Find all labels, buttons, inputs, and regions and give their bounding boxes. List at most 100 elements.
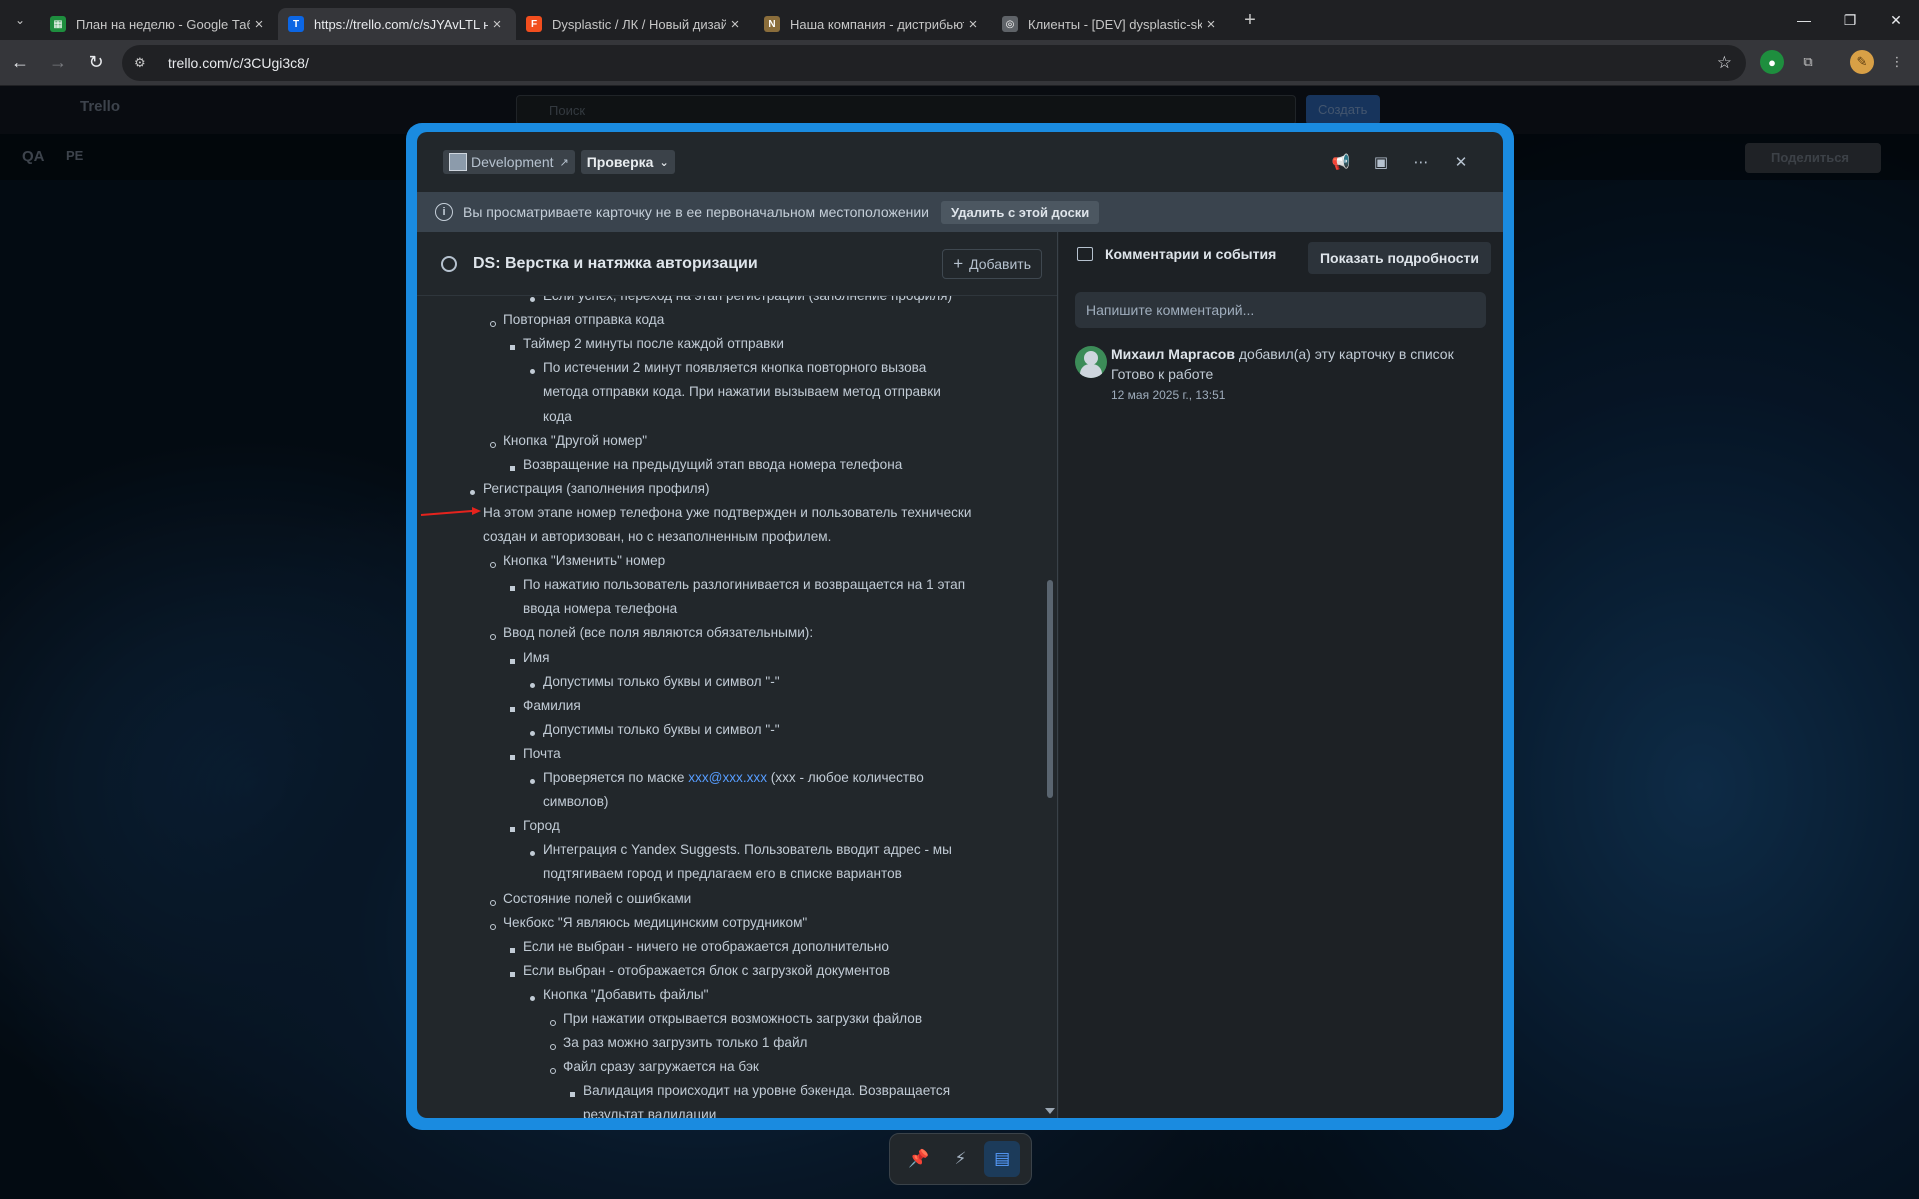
bullet-icon [490,924,496,930]
tab-close-icon[interactable]: × [488,16,506,33]
tab-close-icon[interactable]: × [726,16,744,33]
tab-search-chevron-icon[interactable]: ⌄ [0,0,40,40]
comments-toggle-icon[interactable]: ▤ [984,1141,1021,1177]
bullet-icon [530,996,535,1001]
extensions-puzzle-icon[interactable]: ⧉ [1796,50,1820,74]
bullet-icon [490,562,496,568]
card-description[interactable]: Если успех, переход на этап регистрации … [417,296,1042,1118]
bullet-icon [510,659,515,664]
bullet-icon [510,345,515,350]
floating-action-bar: 📌 ⚡ ▤ [889,1133,1032,1185]
bullet-icon [550,1020,556,1026]
browser-tab[interactable]: ▦ План на неделю - Google Таб × [40,8,278,40]
megaphone-icon[interactable]: 📢 [1321,150,1361,174]
close-window-icon[interactable]: ✕ [1873,0,1919,40]
remove-from-board-button[interactable]: Удалить с этой доски [940,200,1100,224]
activity-action: добавил(а) эту карточку в список [1234,346,1454,362]
new-tab-button[interactable]: + [1234,4,1266,36]
reload-icon[interactable]: ↻ [78,45,114,81]
lightning-icon[interactable]: ⚡ [942,1141,978,1177]
add-button[interactable]: + Добавить [942,249,1042,279]
restore-icon[interactable]: ❐ [1827,0,1873,40]
email-mask-link[interactable]: xxx@xxx.xxx [688,770,767,785]
activity-target: Готово к работе [1111,366,1214,382]
external-link-icon: ↗ [559,156,569,169]
description-line: символов) [543,794,609,809]
card-main-pane: DS: Верстка и натяжка авторизации + Доба… [417,232,1058,1118]
board-chip[interactable]: Development ↗ [443,150,575,174]
description-line: Если успех, переход на этап регистрации … [543,296,952,303]
description-line: Таймер 2 минуты после каждой отправки [523,336,784,351]
activity-author[interactable]: Михаил Маргасов [1111,346,1235,362]
bullet-icon [530,851,535,856]
avatar[interactable] [1075,346,1107,378]
modal-header: Development ↗ Проверка ⌄ 📢 ▣ ⋯ ✕ [417,132,1503,192]
bullet-icon [530,369,535,374]
description-line: При нажатии открывается возможность загр… [563,1011,923,1026]
description-line: Возвращение на предыдущий этап ввода ном… [523,457,903,472]
tab-title: Dysplastic / ЛК / Новый дизай [552,16,726,32]
description-line: Город [523,818,560,833]
description-line: Файл сразу загружается на бэк [563,1059,759,1074]
browser-tab[interactable]: ◎ Клиенты - [DEV] dysplastic-skir × [992,8,1230,40]
board-image-icon [449,153,467,171]
description-line: Повторная отправка кода [503,312,665,327]
more-options-icon[interactable]: ⋯ [1401,150,1441,174]
comment-placeholder: Напишите комментарий... [1086,302,1255,318]
description-line: Состояние полей с ошибками [503,891,692,906]
site-info-icon[interactable]: ⚙ [134,55,154,71]
tab-title: План на неделю - Google Таб [76,16,250,32]
forward-icon[interactable]: → [40,45,76,81]
browser-menu-icon[interactable]: ⋮ [1885,50,1909,74]
description-line: кода [543,409,572,424]
comment-input[interactable]: Напишите комментарий... [1075,292,1486,328]
pin-icon[interactable]: 📌 [901,1141,937,1177]
back-icon[interactable]: ← [2,45,38,81]
bullet-icon [510,827,515,832]
bookmark-star-icon[interactable]: ☆ [1717,53,1732,73]
comments-icon [1077,247,1093,261]
complete-checkbox[interactable] [441,255,457,272]
bullet-icon [470,490,475,495]
tab-close-icon[interactable]: × [1202,16,1220,33]
activity-timestamp[interactable]: 12 мая 2025 г., 13:51 [1111,388,1225,402]
bullet-icon [490,321,496,327]
close-modal-icon[interactable]: ✕ [1441,150,1481,174]
show-details-button[interactable]: Показать подробности [1307,242,1491,274]
browser-tab-bar: ⌄ ▦ План на неделю - Google Таб × Thttps://… [0,0,1919,40]
tab-favicon-icon: T [288,16,304,32]
list-dropdown-label: Проверка [586,154,654,170]
card-modal: Development ↗ Проверка ⌄ 📢 ▣ ⋯ ✕ i Вы пр… [417,132,1503,1118]
card-title-bar: DS: Верстка и натяжка авторизации + Доба… [417,232,1057,296]
card-title[interactable]: DS: Верстка и натяжка авторизации [473,255,758,273]
description-line: Кнопка "Изменить" номер [503,553,666,568]
tab-favicon-icon: F [526,16,542,32]
tab-close-icon[interactable]: × [964,16,982,33]
tab-title: Клиенты - [DEV] dysplastic-skir [1028,16,1202,32]
description-line: Чекбокс "Я являюсь медицинским сотрудник… [503,915,808,930]
scroll-down-arrow-icon[interactable] [1045,1108,1055,1114]
browser-tab[interactable]: N Наша компания - дистрибьют × [754,8,992,40]
location-banner: i Вы просматриваете карточку не в ее пер… [417,192,1503,232]
bullet-icon [570,1092,575,1097]
extension-icon[interactable]: ● [1760,50,1784,74]
activity-pane: Комментарии и события Показать подробнос… [1059,232,1503,1118]
description-line: За раз можно загрузить только 1 файл [563,1035,808,1050]
minimize-icon[interactable]: — [1781,0,1827,40]
description-line: подтягиваем город и предлагаем его в спи… [543,866,902,881]
list-dropdown[interactable]: Проверка ⌄ [580,150,675,174]
tab-close-icon[interactable]: × [250,16,268,33]
description-line: Кнопка "Другой номер" [503,433,648,448]
cover-image-icon[interactable]: ▣ [1361,150,1401,174]
board-chip-label: Development [471,154,554,170]
description-scrollbar[interactable] [1042,232,1057,1118]
browser-tab[interactable]: F Dysplastic / ЛК / Новый дизай × [516,8,754,40]
description-line: Проверяется по маске xxx@xxx.xxx (xxx - … [543,770,924,785]
bullet-icon [530,683,535,688]
profile-avatar[interactable]: ✎ [1850,50,1874,74]
address-bar[interactable]: ⚙ trello.com/c/3CUgi3c8/ ☆ [122,45,1746,81]
bullet-icon [510,586,515,591]
description-line: результат валидации [583,1107,717,1118]
scrollbar-thumb[interactable] [1047,580,1053,798]
browser-tab[interactable]: Thttps://trello.com/c/sJYAvLTL н × [278,8,516,40]
